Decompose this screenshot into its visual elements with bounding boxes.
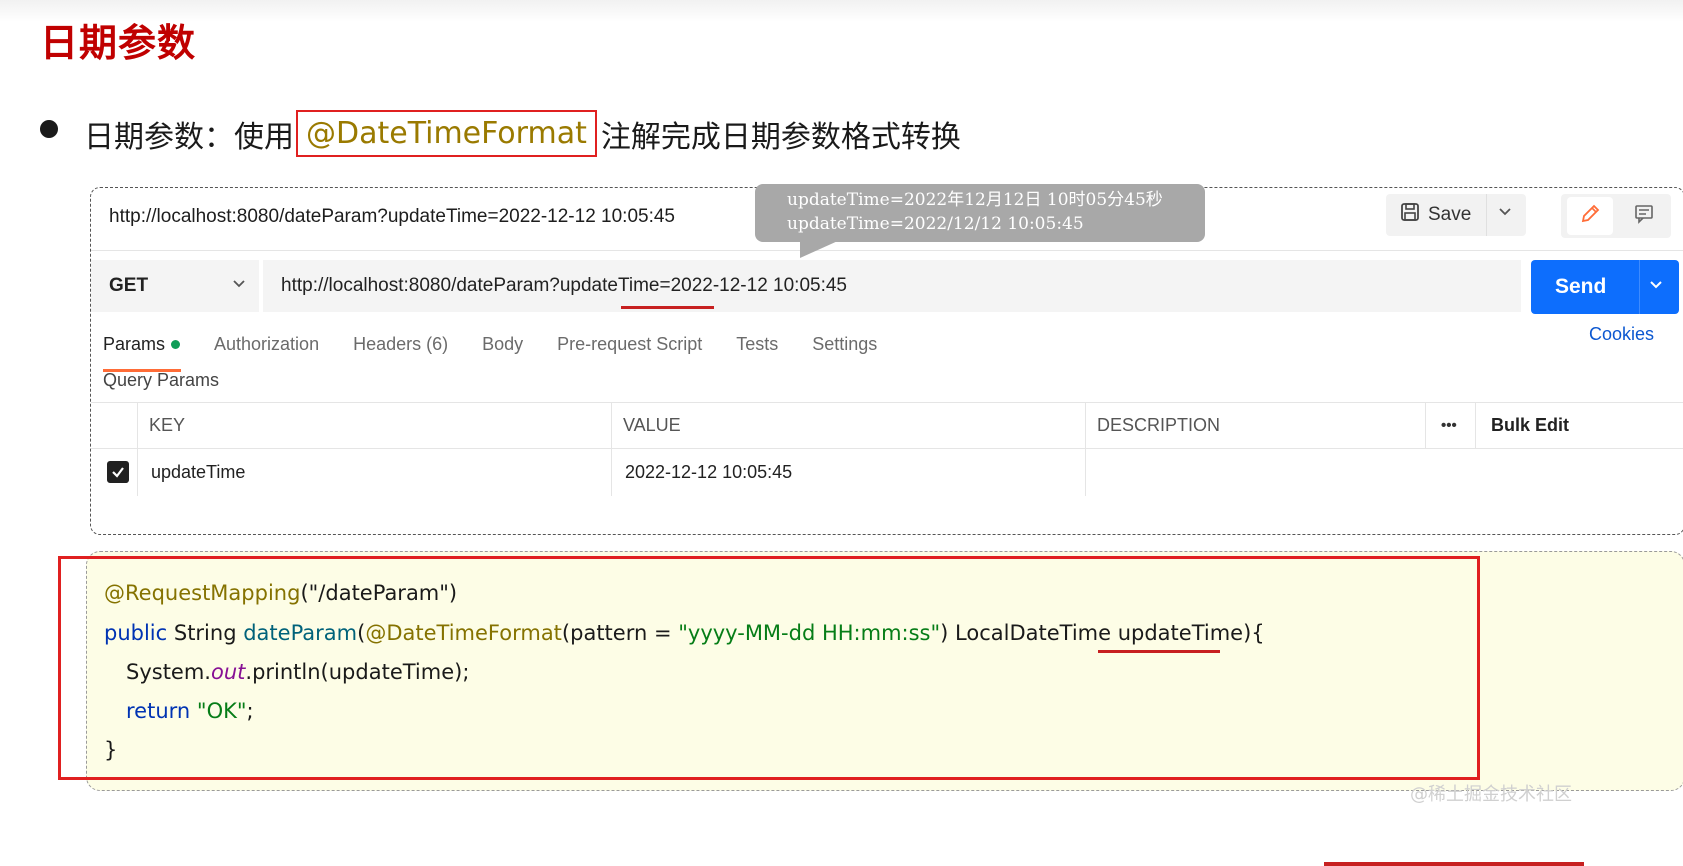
code-line-2-p2: (pattern = bbox=[561, 621, 679, 645]
checkmark-icon bbox=[107, 461, 129, 483]
param-name-underline bbox=[1098, 650, 1220, 653]
query-params-label: Query Params bbox=[103, 370, 220, 390]
code-line-3: System.out.println(updateTime); bbox=[126, 660, 469, 684]
code-line-3-a: System. bbox=[126, 660, 211, 684]
chevron-down-icon[interactable] bbox=[1647, 275, 1665, 299]
column-divider bbox=[137, 402, 138, 496]
out-field: out bbox=[210, 660, 246, 684]
method-label: GET bbox=[109, 275, 149, 296]
tab-tests[interactable]: Tests bbox=[736, 324, 778, 364]
callout-line-2: updateTime=2022/12/12 10:05:45 bbox=[787, 214, 1084, 234]
ok-string: "OK" bbox=[196, 699, 247, 723]
column-divider bbox=[1475, 402, 1476, 448]
param-value[interactable]: 2022-12-12 10:05:45 bbox=[625, 448, 792, 496]
watermark: @稀土掘金技术社区 bbox=[1410, 784, 1572, 805]
code-line-5: } bbox=[104, 738, 118, 762]
code-line-1: @RequestMapping("/dateParam") bbox=[104, 581, 457, 605]
chevron-down-icon bbox=[231, 275, 247, 297]
request-mapping-annotation: @RequestMapping bbox=[104, 581, 301, 605]
bottom-accent bbox=[1324, 862, 1584, 866]
save-label: Save bbox=[1428, 204, 1472, 225]
method-name: dateParam bbox=[243, 621, 358, 645]
comment-icon bbox=[1633, 203, 1655, 230]
code-line-2-type: String bbox=[167, 621, 244, 645]
params-active-dot bbox=[171, 339, 181, 349]
date-format-callout: updateTime=2022年12月12日 10时05分45秒 updateT… bbox=[755, 184, 1205, 242]
bullet-text: 日期参数：使用 @DateTimeFormat 注解完成日期参数格式转换 bbox=[84, 110, 961, 157]
tab-settings[interactable]: Settings bbox=[812, 324, 877, 364]
column-divider bbox=[1425, 402, 1426, 448]
code-line-2: public String dateParam(@DateTimeFormat(… bbox=[104, 621, 1265, 645]
callout-line-1: updateTime=2022年12月12日 10时05分45秒 bbox=[787, 190, 1163, 210]
tooltip-tail bbox=[800, 240, 840, 258]
send-label: Send bbox=[1555, 275, 1607, 298]
save-divider bbox=[1486, 194, 1487, 236]
code-line-2-p3: ) LocalDateTime updateTime){ bbox=[940, 621, 1265, 645]
column-divider bbox=[611, 402, 612, 496]
bullet-prefix: 日期参数：使用 bbox=[84, 119, 294, 155]
row-checkbox[interactable] bbox=[107, 448, 129, 496]
code-line-1-rest: ("/dateParam") bbox=[300, 581, 458, 605]
chevron-down-icon[interactable] bbox=[1498, 204, 1512, 223]
bullet-dot bbox=[40, 120, 58, 138]
url-input[interactable]: http://localhost:8080/dateParam?updateTi… bbox=[263, 260, 1521, 312]
column-divider bbox=[1085, 402, 1086, 496]
tab-body[interactable]: Body bbox=[482, 324, 523, 364]
tab-pre-request-script[interactable]: Pre-request Script bbox=[557, 324, 702, 364]
table-row: updateTime 2022-12-12 10:05:45 bbox=[91, 448, 1683, 496]
tab-authorization[interactable]: Authorization bbox=[214, 324, 319, 364]
pencil-icon bbox=[1579, 203, 1601, 230]
tab-params-label: Params bbox=[103, 333, 166, 354]
code-line-4-end: ; bbox=[246, 699, 254, 723]
header-divider bbox=[91, 250, 1683, 251]
table-header-row: KEY VALUE DESCRIPTION ••• Bulk Edit bbox=[91, 402, 1683, 449]
description-header: DESCRIPTION bbox=[1097, 415, 1221, 435]
bullet-suffix: 注解完成日期参数格式转换 bbox=[600, 119, 961, 155]
query-params-table: KEY VALUE DESCRIPTION ••• Bulk Edit upda… bbox=[91, 402, 1683, 496]
send-button[interactable]: Send bbox=[1531, 260, 1679, 314]
param-key[interactable]: updateTime bbox=[151, 448, 245, 496]
code-line-3-b: .println(updateTime); bbox=[245, 660, 470, 684]
value-header: VALUE bbox=[623, 415, 681, 435]
top-shade bbox=[0, 0, 1683, 22]
request-tabs: Params Authorization Headers (6) Body Pr… bbox=[103, 324, 911, 372]
save-icon bbox=[1400, 202, 1420, 228]
edit-button[interactable] bbox=[1567, 197, 1613, 235]
key-header: KEY bbox=[149, 415, 186, 435]
datetimeformat-highlight: @DateTimeFormat bbox=[296, 110, 597, 157]
cookies-link[interactable]: Cookies bbox=[1589, 324, 1654, 345]
request-name[interactable]: http://localhost:8080/dateParam?updateTi… bbox=[109, 206, 675, 228]
method-select[interactable]: GET bbox=[91, 260, 259, 312]
tab-headers[interactable]: Headers (6) bbox=[353, 324, 448, 364]
more-options-icon[interactable]: ••• bbox=[1441, 403, 1457, 448]
pattern-string: "yyyy-MM-dd HH:mm:ss" bbox=[678, 621, 941, 645]
public-keyword: public bbox=[104, 621, 168, 645]
tab-params[interactable]: Params bbox=[103, 324, 182, 372]
save-button[interactable]: Save bbox=[1386, 194, 1526, 236]
datetimeformat-annotation: @DateTimeFormat bbox=[365, 621, 562, 645]
slide-title: 日期参数 bbox=[40, 21, 197, 65]
comments-button[interactable] bbox=[1623, 197, 1665, 235]
url-value: http://localhost:8080/dateParam?updateTi… bbox=[281, 275, 848, 296]
code-line-4: return "OK"; bbox=[126, 699, 254, 723]
view-toggle-group bbox=[1561, 194, 1671, 238]
send-divider bbox=[1639, 260, 1640, 314]
url-param-underline bbox=[621, 306, 714, 309]
bulk-edit-button[interactable]: Bulk Edit bbox=[1491, 403, 1569, 448]
return-keyword: return bbox=[126, 699, 191, 723]
